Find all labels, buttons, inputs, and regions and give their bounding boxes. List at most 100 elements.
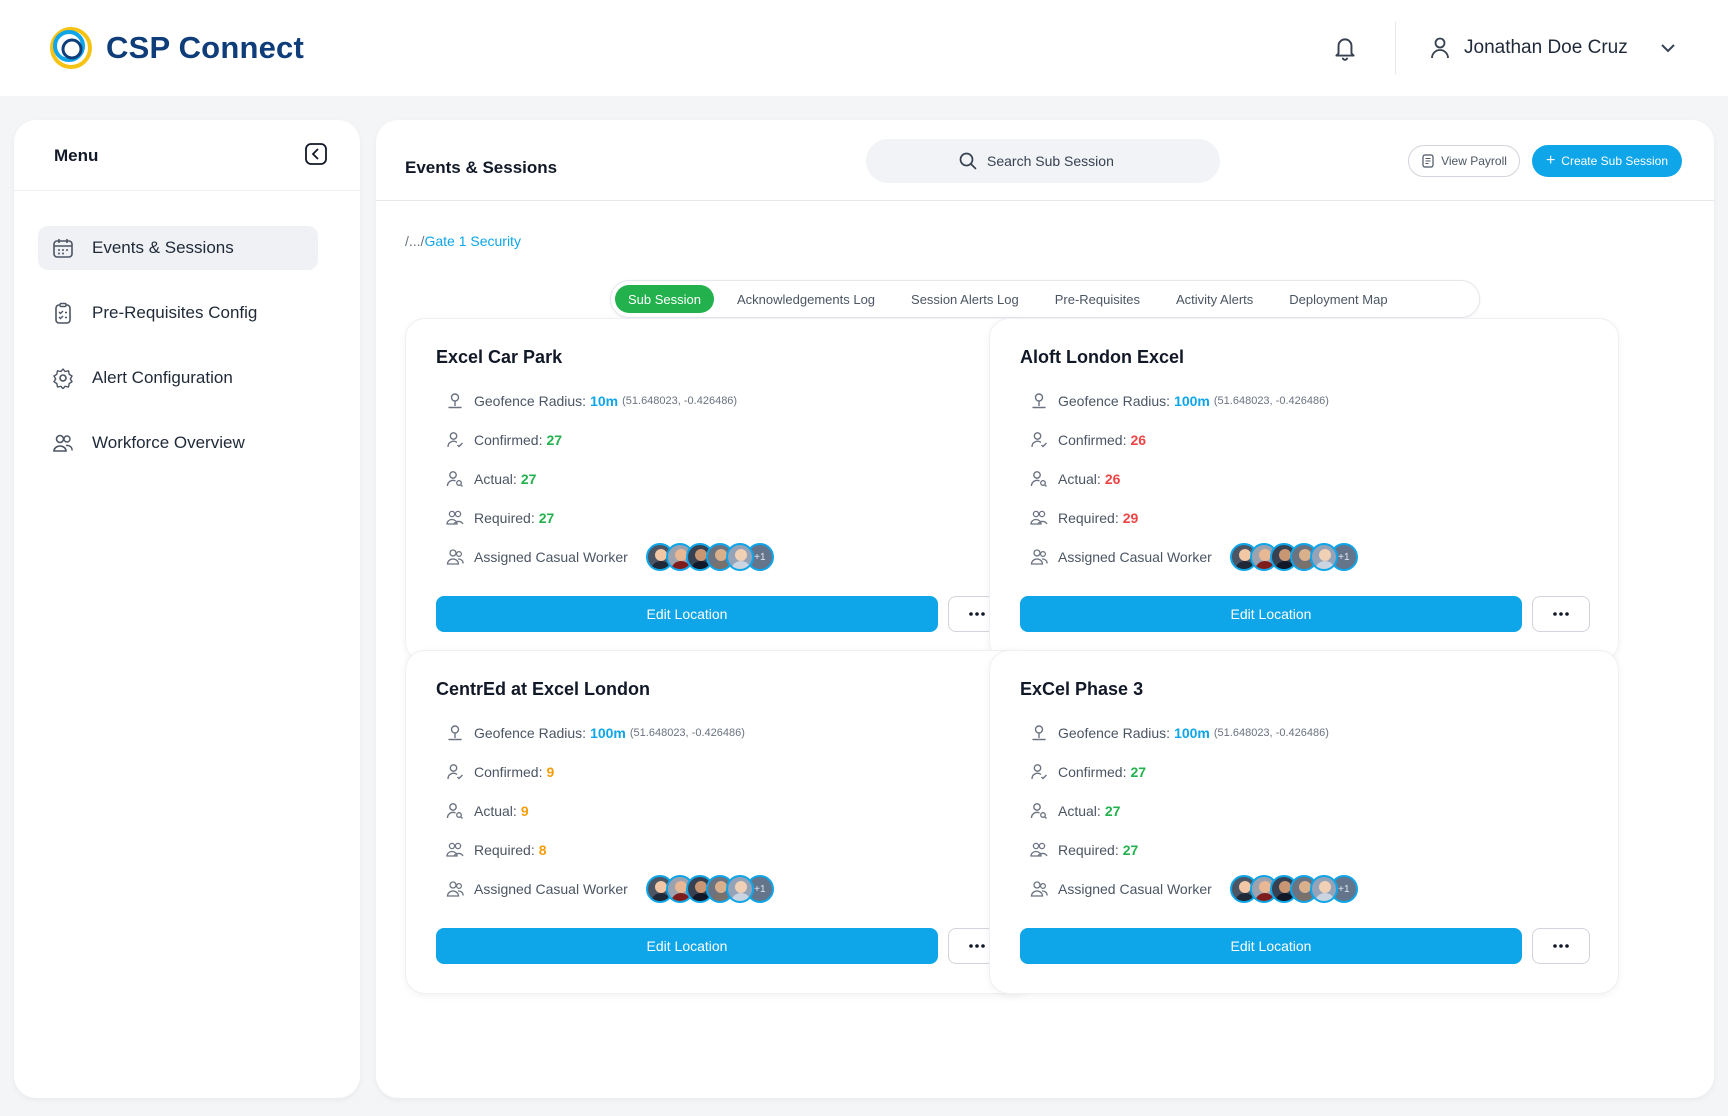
geofence-coordinates: (51.648023, -0.426486) xyxy=(629,727,745,739)
more-horizontal-icon xyxy=(969,944,985,948)
gear-icon xyxy=(53,368,73,389)
confirmed-value: 9 xyxy=(546,764,555,780)
edit-location-button[interactable]: Edit Location xyxy=(436,596,938,632)
app-title: CSP Connect xyxy=(106,30,304,65)
actual-value: 27 xyxy=(520,471,537,487)
tab-deployment-map[interactable]: Deployment Map xyxy=(1276,285,1400,313)
tab-acknowledgements-log[interactable]: Acknowledgements Log xyxy=(724,285,888,313)
geofence-radius-value: 100m xyxy=(1174,393,1210,409)
search-input[interactable] xyxy=(987,153,1127,169)
users-group-icon xyxy=(446,842,464,857)
avatar-group[interactable]: +1 xyxy=(645,543,774,571)
assigned-row: Assigned Casual Worker +1 xyxy=(1030,875,1358,903)
users-icon xyxy=(1030,881,1048,897)
sidebar-item-label: Events & Sessions xyxy=(92,238,234,257)
confirmed-row: Confirmed: 27 xyxy=(446,428,562,452)
sidebar-item-events-sessions[interactable]: Events & Sessions xyxy=(38,226,318,270)
more-options-button[interactable] xyxy=(1532,928,1590,964)
document-icon xyxy=(1422,154,1434,168)
notification-bell-icon[interactable] xyxy=(1332,34,1358,62)
sidebar-item-workforce-overview[interactable]: Workforce Overview xyxy=(38,421,318,465)
geofence-coordinates: (51.648023, -0.426486) xyxy=(622,395,738,407)
more-options-button[interactable] xyxy=(1532,596,1590,632)
geofence-label: Geofence Radius: xyxy=(474,725,587,741)
avatar[interactable] xyxy=(725,875,754,903)
create-sub-session-button[interactable]: + Create Sub Session xyxy=(1532,145,1682,177)
geofence-coordinates: (51.648023, -0.426486) xyxy=(1213,395,1329,407)
geofence-label: Geofence Radius: xyxy=(1058,393,1171,409)
search-bar[interactable] xyxy=(866,139,1220,183)
assigned-label: Assigned Casual Worker xyxy=(1058,549,1212,565)
confirmed-value: 26 xyxy=(1130,432,1147,448)
confirmed-label: Confirmed: xyxy=(474,432,543,448)
top-bar: CSP Connect Jonathan Doe Cruz xyxy=(0,0,1728,96)
assigned-label: Assigned Casual Worker xyxy=(474,881,628,897)
user-menu[interactable]: Jonathan Doe Cruz xyxy=(1428,34,1678,62)
users-icon xyxy=(53,434,73,452)
required-label: Required: xyxy=(474,510,535,526)
view-payroll-button[interactable]: View Payroll xyxy=(1408,145,1520,177)
sidebar-item-alert-configuration[interactable]: Alert Configuration xyxy=(38,356,318,400)
breadcrumb: /.../Gate 1 Security xyxy=(405,233,521,249)
user-search-icon xyxy=(446,803,463,819)
required-row: Required: 8 xyxy=(446,838,547,862)
actual-row: Actual: 26 xyxy=(1030,467,1120,491)
assigned-row: Assigned Casual Worker +1 xyxy=(446,875,774,903)
user-check-icon xyxy=(447,432,463,448)
avatar[interactable] xyxy=(725,543,754,571)
card-title: ExCel Phase 3 xyxy=(1020,679,1144,699)
geofence-row: Geofence Radius: 10m (51.648023, -0.4264… xyxy=(446,389,737,413)
actual-value: 27 xyxy=(1104,803,1121,819)
avatar-group[interactable]: +1 xyxy=(645,875,774,903)
sidebar-item-label: Alert Configuration xyxy=(92,368,233,387)
geofence-coordinates: (51.648023, -0.426486) xyxy=(1213,727,1329,739)
actual-value: 9 xyxy=(520,803,529,819)
breadcrumb-prefix[interactable]: /.../ xyxy=(405,233,424,249)
users-group-icon xyxy=(446,510,464,525)
user-name: Jonathan Doe Cruz xyxy=(1464,37,1628,58)
confirmed-row: Confirmed: 26 xyxy=(1030,428,1146,452)
confirmed-row: Confirmed: 9 xyxy=(446,760,554,784)
required-row: Required: 27 xyxy=(446,506,554,530)
geofence-row: Geofence Radius: 100m (51.648023, -0.426… xyxy=(1030,389,1329,413)
app-logo[interactable]: CSP Connect xyxy=(46,24,304,72)
required-value: 29 xyxy=(1122,510,1139,526)
breadcrumb-current[interactable]: Gate 1 Security xyxy=(424,233,521,249)
avatar[interactable] xyxy=(1309,875,1338,903)
geofence-row: Geofence Radius: 100m (51.648023, -0.426… xyxy=(446,721,745,745)
required-label: Required: xyxy=(1058,842,1119,858)
geofence-label: Geofence Radius: xyxy=(1058,725,1171,741)
collapse-sidebar-icon[interactable] xyxy=(304,142,328,166)
actual-label: Actual: xyxy=(474,471,517,487)
users-icon xyxy=(446,549,464,565)
chevron-down-icon[interactable] xyxy=(1658,38,1678,58)
edit-location-button[interactable]: Edit Location xyxy=(1020,596,1522,632)
more-horizontal-icon xyxy=(1553,944,1569,948)
sidebar-item-prerequisites-config[interactable]: Pre-Requisites Config xyxy=(38,291,318,335)
confirmed-label: Confirmed: xyxy=(474,764,543,780)
actual-row: Actual: 9 xyxy=(446,799,529,823)
confirmed-label: Confirmed: xyxy=(1058,432,1127,448)
sidebar-nav: Events & Sessions Pre-Requisites Config … xyxy=(38,226,318,486)
assigned-label: Assigned Casual Worker xyxy=(474,549,628,565)
sidebar-item-label: Pre-Requisites Config xyxy=(92,303,258,322)
sidebar-item-label: Workforce Overview xyxy=(92,433,245,452)
tab-pre-requisites[interactable]: Pre-Requisites xyxy=(1042,285,1153,313)
avatar[interactable] xyxy=(1309,543,1338,571)
location-pin-icon xyxy=(1032,393,1046,409)
card-title: Aloft London Excel xyxy=(1020,347,1184,367)
tab-session-alerts-log[interactable]: Session Alerts Log xyxy=(898,285,1032,313)
assigned-row: Assigned Casual Worker +1 xyxy=(1030,543,1358,571)
tab-activity-alerts[interactable]: Activity Alerts xyxy=(1163,285,1266,313)
edit-location-button[interactable]: Edit Location xyxy=(1020,928,1522,964)
header-separator xyxy=(376,200,1714,201)
create-sub-session-label: Create Sub Session xyxy=(1561,154,1669,168)
tab-sub-session[interactable]: Sub Session xyxy=(615,285,714,313)
view-payroll-label: View Payroll xyxy=(1441,154,1507,168)
sub-session-card: Excel Car Park Geofence Radius: 10m (51.… xyxy=(405,318,1035,662)
edit-location-button[interactable]: Edit Location xyxy=(436,928,938,964)
page-title: Events & Sessions xyxy=(405,158,558,177)
avatar-group[interactable]: +1 xyxy=(1229,543,1358,571)
confirmed-row: Confirmed: 27 xyxy=(1030,760,1146,784)
avatar-group[interactable]: +1 xyxy=(1229,875,1358,903)
